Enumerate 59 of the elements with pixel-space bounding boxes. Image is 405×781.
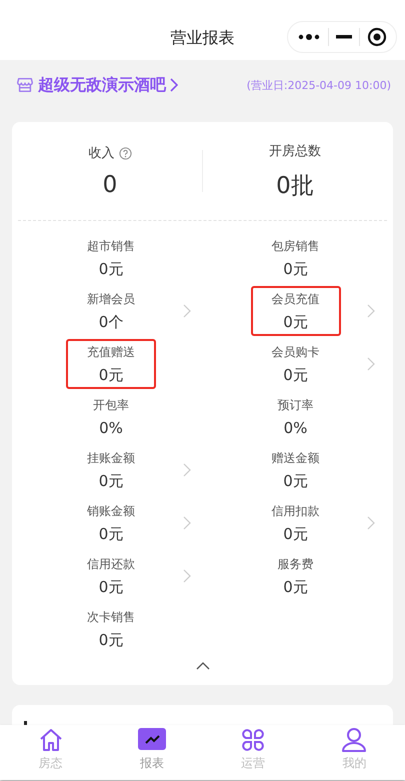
grid-icon bbox=[240, 727, 266, 753]
summary-value: 0批 bbox=[276, 172, 314, 200]
metric-label: 预订率 bbox=[278, 397, 314, 414]
metric-label: 新增会员 bbox=[87, 290, 135, 308]
metric-label: 会员购卡 bbox=[272, 344, 320, 360]
chevron-right-icon bbox=[182, 569, 190, 583]
metric-value: 0% bbox=[284, 419, 308, 437]
metric-label: 服务费 bbox=[278, 556, 314, 572]
metric-value: 0元 bbox=[98, 524, 124, 544]
metric-label: 充值赠送 bbox=[87, 344, 135, 360]
chevron-right-icon bbox=[182, 304, 190, 318]
metric-value: 0元 bbox=[98, 578, 124, 596]
summary-label: 开房总数 bbox=[269, 142, 321, 160]
metric-value: 0元 bbox=[283, 524, 308, 544]
metric-label: 包房销售 bbox=[272, 238, 320, 254]
user-icon bbox=[341, 727, 368, 753]
tab[interactable]: 房态 bbox=[0, 725, 102, 780]
tab[interactable]: 我的 bbox=[304, 725, 405, 780]
metric-label: 超市销售 bbox=[87, 238, 135, 254]
metric-value: 0元 bbox=[98, 472, 124, 490]
metric-label: 会员充值 bbox=[272, 290, 320, 308]
metric-label: 信用扣款 bbox=[272, 502, 320, 520]
chevron-right-icon bbox=[182, 516, 190, 530]
metric-value: 0元 bbox=[283, 312, 308, 332]
metric-label: 销账金额 bbox=[87, 502, 135, 520]
page-title: 营业报表 bbox=[170, 28, 234, 48]
metric-value: 0元 bbox=[98, 260, 124, 278]
minimize-icon[interactable] bbox=[336, 35, 352, 39]
chevron-right-icon bbox=[367, 357, 375, 371]
tab[interactable]: 报表 bbox=[101, 725, 202, 780]
metric-value: 0元 bbox=[98, 366, 124, 384]
metric-value: 0元 bbox=[98, 630, 124, 650]
shop-selector[interactable]: 超级无敌演示酒吧 bbox=[16, 74, 178, 96]
more-icon[interactable] bbox=[297, 31, 322, 43]
chart-monitor-icon bbox=[138, 727, 166, 753]
chevron-right-icon bbox=[367, 304, 375, 318]
chevron-right-icon bbox=[182, 463, 190, 477]
chevron-right-icon bbox=[367, 516, 375, 530]
metric-label: 挂账金额 bbox=[87, 450, 135, 466]
metric-value: 0个 bbox=[98, 312, 124, 332]
metric-label: 赠送金额 bbox=[272, 450, 320, 466]
metric-label: 次卡销售 bbox=[87, 608, 135, 626]
metric-value: 0% bbox=[99, 419, 123, 437]
summary-value: 0 bbox=[102, 172, 118, 198]
metric-value: 0元 bbox=[283, 578, 308, 596]
metric-label: 开包率 bbox=[93, 397, 129, 414]
tab[interactable]: 运营 bbox=[202, 725, 304, 780]
metric-value: 0元 bbox=[283, 366, 308, 384]
collapse-icon[interactable] bbox=[196, 662, 210, 670]
metric-value: 0元 bbox=[283, 260, 308, 278]
business-day: (营业日:2025-04-09 10:00) bbox=[246, 78, 391, 92]
close-icon[interactable] bbox=[366, 27, 387, 47]
summary-label: 收入 bbox=[88, 145, 114, 162]
home-icon bbox=[38, 727, 64, 753]
metric-value: 0元 bbox=[283, 472, 308, 490]
help-icon[interactable] bbox=[118, 146, 132, 160]
metric-label: 信用还款 bbox=[87, 556, 135, 572]
chevron-right-icon bbox=[170, 78, 178, 92]
store-icon bbox=[16, 76, 34, 94]
